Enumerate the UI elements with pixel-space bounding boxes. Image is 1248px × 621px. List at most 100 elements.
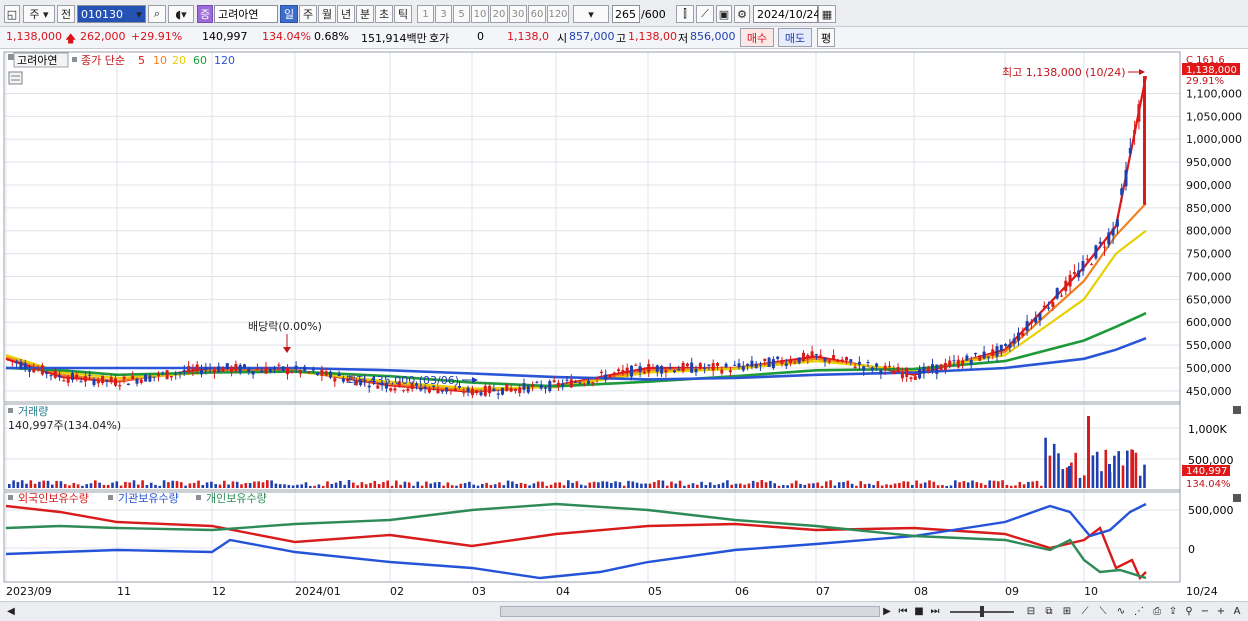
price-axis-label: 700,000 <box>1186 270 1232 283</box>
volume-bar <box>1117 451 1120 488</box>
layout-icon[interactable]: ⧉ <box>1042 604 1056 619</box>
candle-body <box>1029 321 1033 324</box>
forward-icon[interactable]: ⏭ <box>928 604 942 619</box>
volume-bar <box>128 482 131 488</box>
capture-icon[interactable]: ⎙ <box>1150 604 1164 619</box>
toolbar: ◱ 주 ▾ 전 010130 ▾ ⌕ ◖▾ 증 고려아연 ▾ 265 /600 … <box>0 0 1248 27</box>
buy-button[interactable]: 매수 <box>740 28 774 47</box>
candle-body <box>1094 245 1098 259</box>
code-dropdown-icon[interactable]: ▾ <box>132 6 146 22</box>
volume-bar <box>665 485 669 488</box>
font-size-icon[interactable]: A <box>1230 604 1244 619</box>
interval-button-120[interactable]: 120 <box>547 5 569 23</box>
volume-bar <box>253 481 256 488</box>
interval-button-10[interactable]: 10 <box>471 5 489 23</box>
zoom-icon[interactable]: ⚲ <box>1182 604 1196 619</box>
interval-button-1[interactable]: 1 <box>417 5 434 23</box>
period-button-4[interactable]: 분 <box>356 5 374 23</box>
candle-body <box>1077 270 1081 278</box>
stock-name-field[interactable]: 고려아연 <box>214 5 278 23</box>
period-button-0[interactable]: 일 <box>280 5 298 23</box>
draw-line-icon[interactable]: ⟋ <box>1078 604 1092 619</box>
volume-close-icon[interactable] <box>1233 406 1241 414</box>
candle-body <box>922 366 926 374</box>
volume-bar <box>653 481 656 488</box>
interval-button-3[interactable]: 3 <box>435 5 452 23</box>
stop-icon[interactable]: ■ <box>912 604 926 619</box>
candle-body <box>1021 332 1025 336</box>
holdings-close-icon[interactable] <box>1233 494 1241 502</box>
time-axis-label: 07 <box>816 585 830 598</box>
candle-body <box>83 376 87 382</box>
table-icon[interactable] <box>8 71 23 85</box>
count-input[interactable]: 265 <box>612 5 640 23</box>
volume-bar <box>468 481 471 488</box>
market-select[interactable]: 주 ▾ <box>23 5 55 23</box>
period-button-5[interactable]: 초 <box>375 5 393 23</box>
candle-body <box>965 355 969 361</box>
price-axis-label: 850,000 <box>1186 202 1232 215</box>
volume-bar <box>661 480 665 488</box>
candle-body <box>427 388 431 393</box>
zoom-slider-handle[interactable] <box>980 606 984 617</box>
save-icon[interactable]: ▣ <box>716 5 732 23</box>
candle-body <box>647 364 651 373</box>
zoom-out-icon[interactable]: − <box>1198 604 1212 619</box>
volume-bar <box>541 481 544 488</box>
candle-body <box>15 361 19 364</box>
candle-body <box>974 352 977 355</box>
scroll-right-icon[interactable]: ▶ <box>880 604 894 619</box>
export-icon[interactable]: ⇪ <box>1166 604 1180 619</box>
candle-body <box>1115 219 1119 227</box>
candle-body <box>40 365 44 375</box>
draw-wave-icon[interactable]: ∿ <box>1114 604 1128 619</box>
candle-body <box>402 390 406 392</box>
volume-readout: 140,997주(134.04%) <box>8 419 121 432</box>
candle-icon[interactable]: ⫿ <box>676 5 694 23</box>
eval-button[interactable]: 평 <box>817 28 835 47</box>
prev-button[interactable]: 전 <box>57 5 75 23</box>
grid-toggle-icon[interactable]: ⊞ <box>1060 604 1074 619</box>
candle-body <box>1068 274 1072 287</box>
candle-body <box>88 374 92 376</box>
candle-body <box>759 364 762 366</box>
line-tool-icon[interactable]: ⟋ <box>696 5 714 23</box>
stock-chart[interactable]: 고려아연 종가 단순 5 10 20 60 120 1,100,0001,050… <box>0 50 1248 601</box>
speaker-icon[interactable]: ◖▾ <box>168 5 194 23</box>
scroll-left-icon[interactable]: ◀ <box>4 604 18 619</box>
gear-icon[interactable]: ⚙ <box>734 5 750 23</box>
scroll-bar[interactable]: ◀ ▶ ⏮ ■ ⏭ ⊟ ⧉ ⊞ ⟋ ⟍ ∿ ⋰ ⎙ ⇪ ⚲ − + A <box>0 601 1248 621</box>
interval-button-60[interactable]: 60 <box>528 5 546 23</box>
scroll-thumb[interactable] <box>500 606 880 617</box>
chart-type-icon[interactable]: ⊟ <box>1024 604 1038 619</box>
volume-bar <box>734 483 738 488</box>
volume-bar <box>515 483 518 488</box>
volume-bar <box>747 483 751 488</box>
interval-select[interactable]: ▾ <box>573 5 609 23</box>
candle-body <box>393 388 397 391</box>
period-button-6[interactable]: 틱 <box>394 5 412 23</box>
window-icon[interactable]: ◱ <box>4 5 20 23</box>
volume-bar <box>726 480 729 488</box>
zoom-in-icon[interactable]: + <box>1214 604 1228 619</box>
candle-body <box>703 367 707 369</box>
interval-button-20[interactable]: 20 <box>490 5 508 23</box>
search-icon[interactable]: ⌕ <box>148 5 166 23</box>
volume-bar <box>721 482 725 488</box>
date-input[interactable]: 2024/10/24 <box>753 5 820 23</box>
sell-button[interactable]: 매도 <box>778 28 812 47</box>
draw-fib-icon[interactable]: ⋰ <box>1132 604 1146 619</box>
calendar-icon[interactable]: ▦ <box>818 5 836 23</box>
rewind-icon[interactable]: ⏮ <box>896 604 910 619</box>
candle-body <box>406 388 410 391</box>
volume-bar <box>1018 481 1022 488</box>
period-button-2[interactable]: 월 <box>318 5 336 23</box>
volume-bar <box>1009 485 1013 488</box>
period-button-1[interactable]: 주 <box>299 5 317 23</box>
draw-trend-icon[interactable]: ⟍ <box>1096 604 1110 619</box>
candle-body <box>277 364 281 366</box>
interval-button-5[interactable]: 5 <box>453 5 470 23</box>
interval-button-30[interactable]: 30 <box>509 5 527 23</box>
volume-bar <box>674 483 678 488</box>
period-button-3[interactable]: 년 <box>337 5 355 23</box>
